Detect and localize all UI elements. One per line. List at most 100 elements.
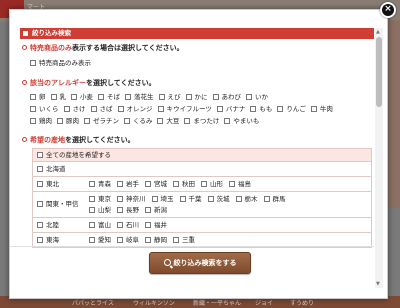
- prefecture-checkbox[interactable]: [89, 222, 95, 228]
- special-option[interactable]: 特売商品のみ表示: [30, 59, 96, 68]
- allergy-option[interactable]: もも: [250, 105, 272, 114]
- modal-scrollbar[interactable]: ▲ ▼: [375, 28, 383, 288]
- region-checkbox[interactable]: [37, 201, 43, 207]
- allergy-checkbox[interactable]: [71, 94, 77, 100]
- prefecture-checkbox[interactable]: [145, 181, 151, 187]
- allergy-checkbox[interactable]: [30, 106, 36, 112]
- prefecture-option[interactable]: 青森: [89, 179, 111, 190]
- prefecture-checkbox[interactable]: [145, 207, 151, 213]
- region-option[interactable]: 東北: [37, 180, 59, 189]
- allergy-option[interactable]: キウイフルーツ: [157, 105, 212, 114]
- allergy-checkbox[interactable]: [90, 106, 97, 112]
- prefecture-option[interactable]: 群馬: [263, 194, 286, 205]
- allergy-option[interactable]: 牛肉: [310, 105, 333, 114]
- allergy-option[interactable]: 大豆: [157, 117, 179, 126]
- allergy-option[interactable]: 乳: [50, 93, 66, 102]
- allergy-option[interactable]: さば: [90, 105, 113, 114]
- allergy-option[interactable]: バナナ: [216, 105, 245, 114]
- region-checkbox[interactable]: [37, 222, 43, 228]
- prefecture-checkbox[interactable]: [89, 237, 95, 243]
- prefecture-option[interactable]: 長野: [117, 205, 139, 216]
- region-checkbox[interactable]: [37, 237, 43, 243]
- origin-all-option[interactable]: 全ての産地を希望する: [37, 151, 111, 160]
- prefecture-option[interactable]: 埼玉: [151, 194, 174, 205]
- prefecture-option[interactable]: 秋田: [173, 179, 195, 190]
- allergy-option[interactable]: えび: [158, 93, 181, 102]
- prefecture-checkbox[interactable]: [89, 181, 95, 187]
- region-checkbox[interactable]: [37, 166, 43, 172]
- region-option[interactable]: 東海: [37, 236, 59, 245]
- prefecture-option[interactable]: 福島: [229, 179, 251, 190]
- allergy-option[interactable]: 豚肉: [57, 117, 79, 126]
- scroll-up-arrow-icon[interactable]: ▲: [376, 29, 380, 35]
- region-option[interactable]: 北海道: [37, 165, 66, 174]
- allergy-checkbox[interactable]: [30, 118, 36, 124]
- filter-search-button[interactable]: 絞り込み検索をする: [149, 252, 251, 274]
- allergy-option[interactable]: まつたけ: [184, 117, 219, 126]
- scroll-down-arrow-icon[interactable]: ▼: [376, 281, 380, 287]
- allergy-option[interactable]: ゼラチン: [84, 117, 119, 126]
- prefecture-option[interactable]: 宮城: [145, 179, 167, 190]
- region-option[interactable]: 関東・甲信: [37, 200, 79, 209]
- prefecture-option[interactable]: 山梨: [89, 205, 111, 216]
- prefecture-checkbox[interactable]: [229, 181, 235, 187]
- prefecture-option[interactable]: 岩手: [117, 179, 139, 190]
- close-button[interactable]: ×: [380, 2, 396, 18]
- region-option[interactable]: 北陸: [37, 221, 59, 230]
- allergy-option[interactable]: 卵: [30, 93, 46, 102]
- scrollbar-thumb[interactable]: [376, 37, 382, 107]
- prefecture-option[interactable]: 三重: [173, 235, 195, 246]
- allergy-option[interactable]: 鶏肉: [30, 117, 52, 126]
- allergy-checkbox[interactable]: [216, 106, 223, 112]
- prefecture-checkbox[interactable]: [117, 222, 123, 228]
- prefecture-option[interactable]: 新潟: [145, 205, 167, 216]
- prefecture-checkbox[interactable]: [89, 207, 95, 213]
- prefecture-option[interactable]: 千葉: [179, 194, 202, 205]
- allergy-checkbox[interactable]: [98, 94, 104, 100]
- allergy-checkbox[interactable]: [246, 94, 252, 100]
- allergy-checkbox[interactable]: [224, 118, 231, 124]
- prefecture-checkbox[interactable]: [117, 181, 123, 187]
- prefecture-option[interactable]: 栃木: [235, 194, 258, 205]
- allergy-option[interactable]: あわび: [212, 93, 241, 102]
- allergy-checkbox[interactable]: [63, 106, 70, 112]
- prefecture-option[interactable]: 岐阜: [117, 235, 139, 246]
- allergy-option[interactable]: いか: [246, 93, 268, 102]
- prefecture-checkbox[interactable]: [151, 196, 158, 202]
- allergy-checkbox[interactable]: [124, 118, 130, 124]
- prefecture-option[interactable]: 山形: [201, 179, 223, 190]
- allergy-option[interactable]: りんご: [277, 105, 306, 114]
- prefecture-option[interactable]: 愛知: [89, 235, 111, 246]
- special-checkbox[interactable]: [30, 60, 36, 66]
- region-checkbox[interactable]: [37, 181, 43, 187]
- prefecture-option[interactable]: 福井: [145, 220, 167, 231]
- prefecture-checkbox[interactable]: [117, 237, 123, 243]
- allergy-checkbox[interactable]: [57, 118, 63, 124]
- origin-all-row[interactable]: 全ての産地を希望する: [32, 148, 372, 162]
- prefecture-checkbox[interactable]: [173, 181, 179, 187]
- allergy-option[interactable]: さけ: [63, 105, 86, 114]
- allergy-option[interactable]: かに: [185, 93, 208, 102]
- allergy-checkbox[interactable]: [277, 106, 284, 112]
- prefecture-option[interactable]: 東京: [89, 194, 111, 205]
- allergy-option[interactable]: くるみ: [124, 117, 152, 126]
- allergy-option[interactable]: 落花生: [125, 93, 154, 102]
- allergy-option[interactable]: やまいも: [224, 117, 259, 126]
- origin-all-checkbox[interactable]: [37, 152, 43, 158]
- allergy-checkbox[interactable]: [212, 94, 219, 100]
- allergy-checkbox[interactable]: [30, 94, 36, 100]
- prefecture-checkbox[interactable]: [201, 181, 207, 187]
- prefecture-checkbox[interactable]: [145, 222, 151, 228]
- prefecture-option[interactable]: 富山: [89, 220, 111, 231]
- prefecture-checkbox[interactable]: [173, 237, 179, 243]
- allergy-option[interactable]: オレンジ: [117, 105, 153, 114]
- prefecture-checkbox[interactable]: [263, 196, 270, 202]
- allergy-checkbox[interactable]: [125, 94, 131, 100]
- allergy-checkbox[interactable]: [184, 118, 191, 124]
- allergy-option[interactable]: そば: [98, 93, 120, 102]
- prefecture-checkbox[interactable]: [145, 237, 151, 243]
- filter-scroll-area[interactable]: 特売商品のみ表示する場合は選択してください。 特売商品のみ表示 該当のアレルギー…: [20, 42, 376, 250]
- prefecture-option[interactable]: 石川: [117, 220, 139, 231]
- prefecture-option[interactable]: 茨城: [207, 194, 230, 205]
- allergy-option[interactable]: いくら: [30, 105, 59, 114]
